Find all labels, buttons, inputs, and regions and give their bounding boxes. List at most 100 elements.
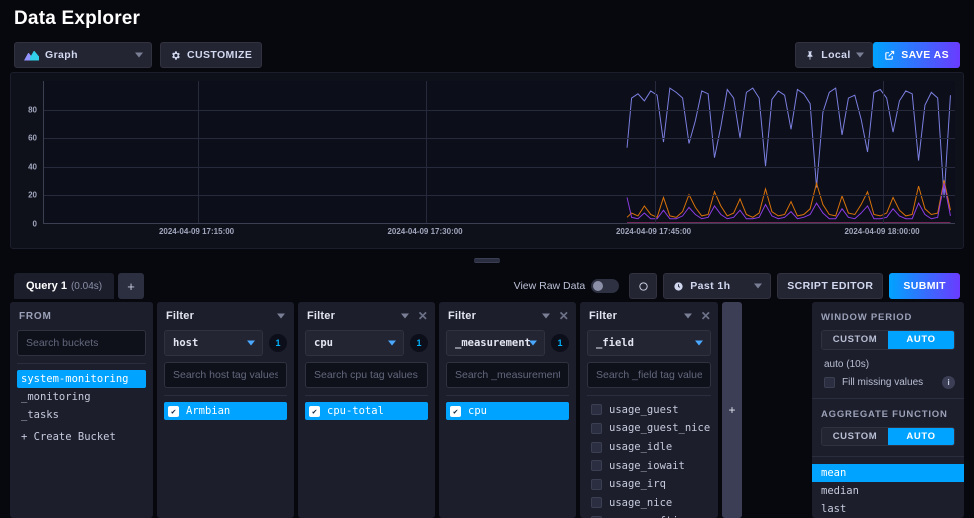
aggregate-auto-button[interactable]: AUTO <box>888 427 954 446</box>
query-options-panel: WINDOW PERIOD CUSTOM AUTO auto (10s) Fil… <box>812 302 964 518</box>
tag-key-label: _measurement <box>455 337 531 349</box>
chart-line-usage_idle <box>627 88 950 197</box>
y-axis-tick: 80 <box>28 105 37 115</box>
aggregate-function-title: AGGREGATE FUNCTION <box>821 408 948 420</box>
search-buckets-input[interactable] <box>17 330 146 356</box>
fill-missing-label: Fill missing values <box>842 376 924 388</box>
view-raw-data-toggle[interactable] <box>591 279 620 293</box>
y-axis-tick: 60 <box>28 133 37 143</box>
from-header: FROM <box>10 302 153 330</box>
aggregate-function-item[interactable]: last <box>812 500 964 518</box>
filter-header[interactable]: Filter ✕ <box>580 302 718 330</box>
chevron-down-icon <box>401 313 409 319</box>
checkbox[interactable] <box>591 422 602 434</box>
gridline <box>44 138 955 140</box>
search-tag-values-input[interactable] <box>305 362 428 388</box>
filter-divider <box>164 395 287 396</box>
x-axis-tick: 2024-04-09 17:30:00 <box>387 227 463 236</box>
tag-value-item[interactable]: usage_guest <box>587 401 711 419</box>
tag-key-dropdown[interactable]: host <box>164 330 263 356</box>
checkbox[interactable] <box>591 441 602 453</box>
fill-missing-row[interactable]: Fill missing values i <box>812 375 964 389</box>
tag-value-item[interactable]: usage_irq <box>587 475 711 493</box>
filter-body: host 1 ✔ Armbian <box>157 330 294 518</box>
query-tab[interactable]: Query 1 (0.04s) <box>14 273 115 299</box>
view-type-dropdown[interactable]: Graph <box>14 42 152 68</box>
filter-header[interactable]: Filter ✕ <box>439 302 576 330</box>
tag-value-label: usage_irq <box>609 478 666 491</box>
info-icon[interactable]: i <box>942 375 955 389</box>
customize-button[interactable]: CUSTOMIZE <box>160 42 263 68</box>
query-builder: FROM system-monitoring_monitoring_tasks +… <box>0 302 974 518</box>
tag-key-row: _measurement 1 <box>446 330 569 356</box>
search-tag-values-input[interactable] <box>587 362 711 388</box>
chevron-down-icon <box>684 313 692 319</box>
bucket-item[interactable]: _tasks <box>17 406 146 424</box>
submit-button[interactable]: SUBMIT <box>889 273 960 299</box>
refresh-button[interactable] <box>629 273 658 299</box>
tag-key-dropdown[interactable]: cpu <box>305 330 404 356</box>
tag-value-label: usage_iowait <box>609 459 685 472</box>
tag-value-item[interactable]: usage_iowait <box>587 457 711 475</box>
save-as-button[interactable]: SAVE AS <box>873 42 960 68</box>
chevron-down-icon <box>542 313 550 319</box>
search-tag-values-input[interactable] <box>446 362 569 388</box>
chevron-down-icon <box>856 52 865 58</box>
filter-header-label: Filter <box>589 310 618 322</box>
chevron-down-icon <box>277 313 285 319</box>
tag-key-dropdown[interactable]: _measurement <box>446 330 545 356</box>
local-timezone-dropdown[interactable]: Local <box>795 42 874 68</box>
checkbox[interactable] <box>591 478 602 490</box>
local-label: Local <box>821 49 851 61</box>
tag-key-row: cpu 1 <box>305 330 428 356</box>
gear-icon <box>170 50 181 61</box>
search-tag-values-input[interactable] <box>164 362 287 388</box>
tag-value-item[interactable]: usage_idle <box>587 438 711 456</box>
tag-key-label: host <box>173 337 199 349</box>
tag-value-item[interactable]: ✔ Armbian <box>164 402 287 420</box>
create-bucket-button[interactable]: + Create Bucket <box>17 428 146 446</box>
checkbox[interactable]: ✔ <box>309 405 320 417</box>
add-query-button[interactable]: + <box>118 273 145 299</box>
checkbox[interactable]: ✔ <box>168 405 179 417</box>
window-period-custom-button[interactable]: CUSTOM <box>822 331 888 349</box>
checkbox[interactable]: ✔ <box>450 405 461 417</box>
aggregate-function-item[interactable]: mean <box>812 464 964 482</box>
filter-header[interactable]: Filter <box>157 302 294 330</box>
chevron-down-icon <box>529 340 537 346</box>
aggregate-custom-button[interactable]: CUSTOM <box>822 427 888 446</box>
query-tab-label: Query 1 <box>26 280 67 292</box>
fill-missing-checkbox[interactable] <box>824 376 835 388</box>
filter-body: _field usage_guest usage_guest_nice usage_i… <box>580 330 718 518</box>
resize-handle[interactable] <box>474 258 500 263</box>
tag-value-item[interactable]: usage_nice <box>587 494 711 512</box>
plot-area[interactable] <box>43 81 955 224</box>
query-tab-time: (0.04s) <box>70 280 103 292</box>
filter-header[interactable]: Filter ✕ <box>298 302 435 330</box>
tag-value-item[interactable]: usage_guest_nice <box>587 420 711 438</box>
checkbox[interactable] <box>591 404 602 416</box>
time-range-dropdown[interactable]: Past 1h <box>663 273 772 299</box>
graph-panel[interactable]: 0 20 40 60 80 2024-04-09 17:15:00 2024-04-09 … <box>10 72 964 249</box>
close-icon[interactable]: ✕ <box>701 310 711 322</box>
checkbox[interactable] <box>591 460 602 472</box>
tag-value-item[interactable]: usage_softirq <box>587 513 711 518</box>
filter-column-_field: Filter ✕ _field usage_guest usage_guest_nice… <box>580 302 718 518</box>
tag-value-item[interactable]: ✔ cpu <box>446 402 569 420</box>
bucket-item[interactable]: _monitoring <box>17 388 146 406</box>
add-filter-button[interactable]: + <box>722 302 742 518</box>
tag-value-item[interactable]: ✔ cpu-total <box>305 402 428 420</box>
query-bar: Query 1 (0.04s) + View Raw Data Past 1h … <box>0 270 974 302</box>
close-icon[interactable]: ✕ <box>559 310 569 322</box>
tag-key-dropdown[interactable]: _field <box>587 330 711 356</box>
refresh-icon <box>639 281 648 291</box>
aggregate-function-item[interactable]: median <box>812 482 964 500</box>
gridline-vertical <box>197 81 199 223</box>
checkbox[interactable] <box>591 497 602 509</box>
close-icon[interactable]: ✕ <box>418 310 428 322</box>
graph-icon <box>24 50 39 61</box>
bucket-item[interactable]: system-monitoring <box>17 370 146 388</box>
selected-count-badge: 1 <box>410 334 428 352</box>
window-period-auto-button[interactable]: AUTO <box>888 331 954 349</box>
script-editor-button[interactable]: SCRIPT EDITOR <box>777 273 884 299</box>
